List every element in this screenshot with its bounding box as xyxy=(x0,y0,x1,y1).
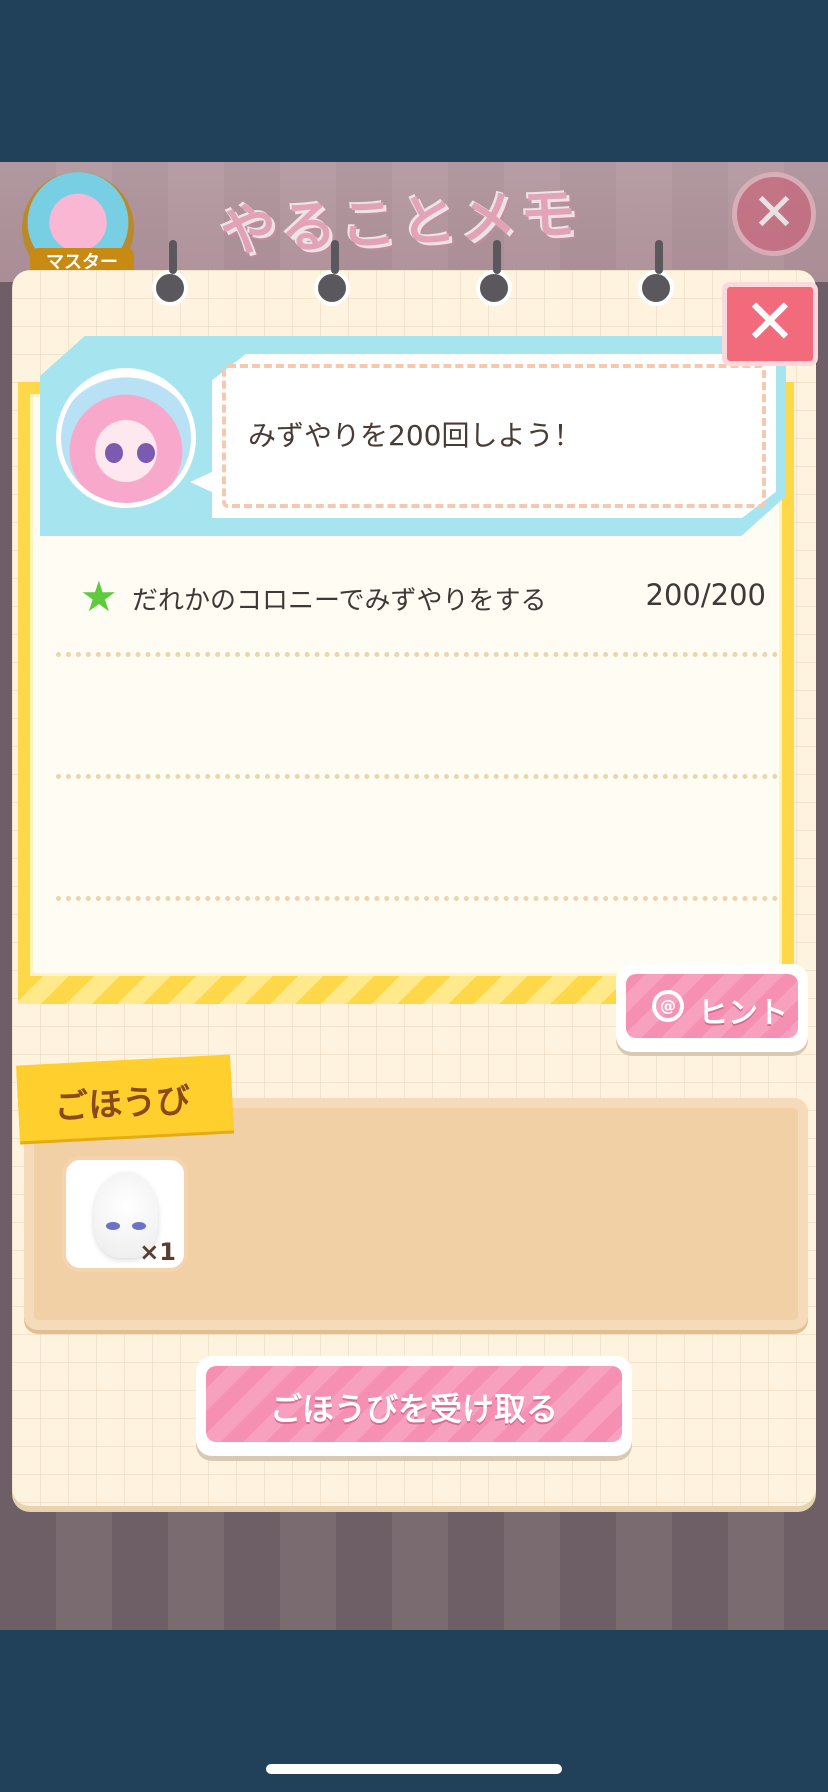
hint-button-face: @ ヒント xyxy=(626,974,798,1038)
binder-ring-icon xyxy=(476,240,512,306)
reward-tag: ごほうび xyxy=(16,1054,234,1142)
task-label: だれかのコロニーでみずやりをする xyxy=(132,586,547,616)
reward-tag-label: ごほうび xyxy=(53,1080,192,1128)
receive-reward-button[interactable]: ごほうびを受け取る xyxy=(196,1356,632,1456)
star-icon: ★ xyxy=(80,572,118,621)
drop-eye-icon xyxy=(106,1222,120,1230)
task-progress: 200/200 xyxy=(645,578,766,612)
task-divider xyxy=(56,774,778,779)
binder-ring-icon xyxy=(152,240,188,306)
task-divider xyxy=(56,652,778,657)
drop-eye-icon xyxy=(132,1222,146,1230)
binder-ring-icon xyxy=(638,240,674,306)
home-indicator[interactable] xyxy=(266,1764,562,1774)
character-avatar xyxy=(56,368,196,508)
binder-ring-icon xyxy=(314,240,350,306)
mission-message: みずやりを200回しよう！ xyxy=(248,419,582,452)
reward-quantity: ×1 xyxy=(139,1238,176,1266)
avatar-eye-icon xyxy=(105,443,123,463)
lightbulb-icon: @ xyxy=(652,990,684,1022)
hint-label: ヒント xyxy=(698,996,788,1031)
task-divider xyxy=(56,896,778,901)
reward-item[interactable]: ×1 xyxy=(62,1156,188,1272)
hint-button[interactable]: @ ヒント xyxy=(616,964,808,1052)
close-button[interactable]: ✕ xyxy=(722,282,818,366)
receive-button-face: ごほうびを受け取る xyxy=(206,1366,622,1442)
avatar-eye-icon xyxy=(137,443,155,463)
background-close-button[interactable]: ✕ xyxy=(732,172,816,256)
receive-reward-label: ごほうびを受け取る xyxy=(269,1390,558,1428)
task-row: ★ だれかのコロニーでみずやりをする 200/200 xyxy=(80,576,770,620)
